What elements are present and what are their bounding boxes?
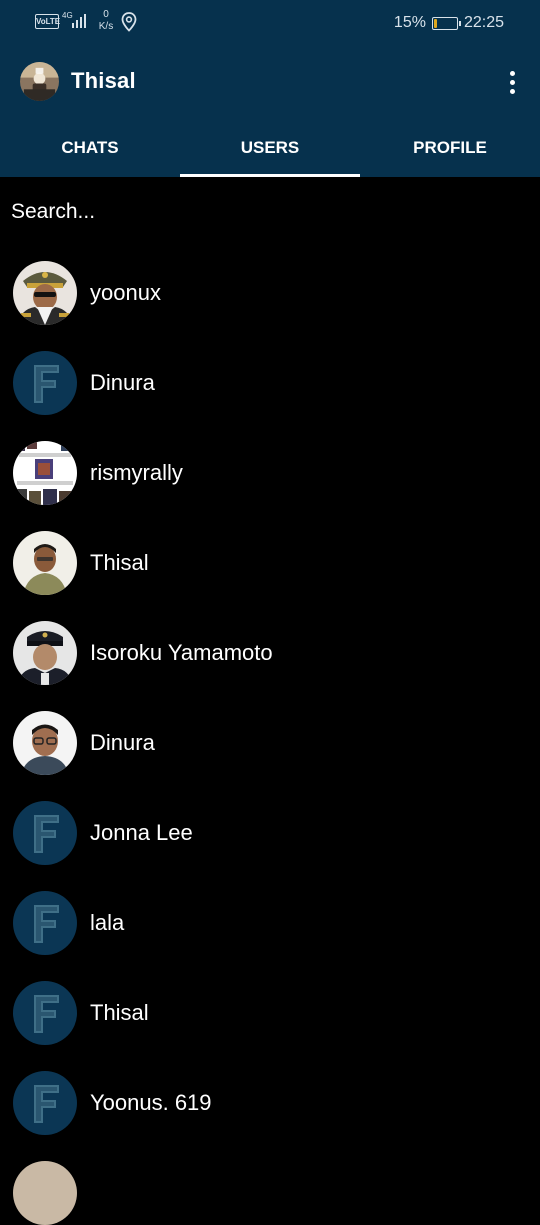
user-name: Isoroku Yamamoto xyxy=(90,640,273,665)
tab-chats[interactable]: CHATS xyxy=(0,120,180,177)
battery-percent: 15% xyxy=(393,14,426,31)
default-avatar-icon xyxy=(13,1071,77,1135)
toolbar-title: Thisal xyxy=(71,68,136,93)
user-name: Thisal xyxy=(90,1000,149,1025)
user-row[interactable]: rismyrally xyxy=(0,429,540,519)
tab-users[interactable]: USERS xyxy=(180,120,360,177)
user-row[interactable]: Yoonus. 619 xyxy=(0,1059,540,1149)
profile-avatar[interactable] xyxy=(20,62,59,101)
user-name: Dinura xyxy=(90,730,155,755)
toolbar: Thisal xyxy=(0,44,540,120)
default-avatar-icon xyxy=(13,351,77,415)
user-row[interactable]: yoonux xyxy=(0,249,540,339)
user-row[interactable]: Dinura xyxy=(0,339,540,429)
user-avatar xyxy=(13,261,77,325)
user-avatar xyxy=(13,621,77,685)
user-row[interactable]: Thisal xyxy=(0,969,540,1059)
search-bar xyxy=(0,177,540,249)
user-row[interactable]: Jonna Lee xyxy=(0,789,540,879)
user-name: Dinura xyxy=(90,370,155,395)
user-name: Yoonus. 619 xyxy=(90,1090,212,1115)
user-avatar xyxy=(13,711,77,775)
more-options-button[interactable] xyxy=(500,66,524,98)
user-name: lala xyxy=(90,910,125,935)
volte-icon: VoLTE xyxy=(35,14,60,29)
default-avatar-icon xyxy=(13,981,77,1045)
speed-value: 0 xyxy=(103,9,109,20)
user-name: Jonna Lee xyxy=(90,820,193,845)
location-icon xyxy=(121,12,137,32)
user-row[interactable]: Thisal xyxy=(0,519,540,609)
user-row[interactable]: Isoroku Yamamoto xyxy=(0,609,540,699)
user-name: rismyrally xyxy=(90,460,183,485)
user-list: yoonux Dinura rismyrally Thisal Isoroku … xyxy=(0,249,540,1149)
more-vert-icon xyxy=(509,70,515,76)
default-avatar-icon xyxy=(13,891,77,955)
tab-profile[interactable]: PROFILE xyxy=(360,120,540,177)
user-name: Thisal xyxy=(90,550,149,575)
tab-bar: CHATS USERS PROFILE xyxy=(0,120,540,177)
battery-icon xyxy=(431,16,461,30)
clock: 22:25 xyxy=(463,14,504,31)
user-avatar xyxy=(13,441,77,505)
user-avatar xyxy=(13,531,77,595)
search-input[interactable] xyxy=(11,197,511,227)
status-bar: VoLTE 4G 0 K/s 15% 22:25 xyxy=(0,0,540,44)
user-name: yoonux xyxy=(90,280,161,305)
speed-unit: K/s xyxy=(98,21,114,32)
signal-icon xyxy=(72,12,90,28)
default-avatar-icon xyxy=(13,801,77,865)
network-speed: 0 K/s xyxy=(96,9,116,33)
user-row[interactable]: Dinura xyxy=(0,699,540,789)
user-avatar[interactable] xyxy=(13,1161,77,1225)
user-row[interactable]: lala xyxy=(0,879,540,969)
app-bar: VoLTE 4G 0 K/s 15% 22:25 Thisal CHATS US… xyxy=(0,0,540,177)
